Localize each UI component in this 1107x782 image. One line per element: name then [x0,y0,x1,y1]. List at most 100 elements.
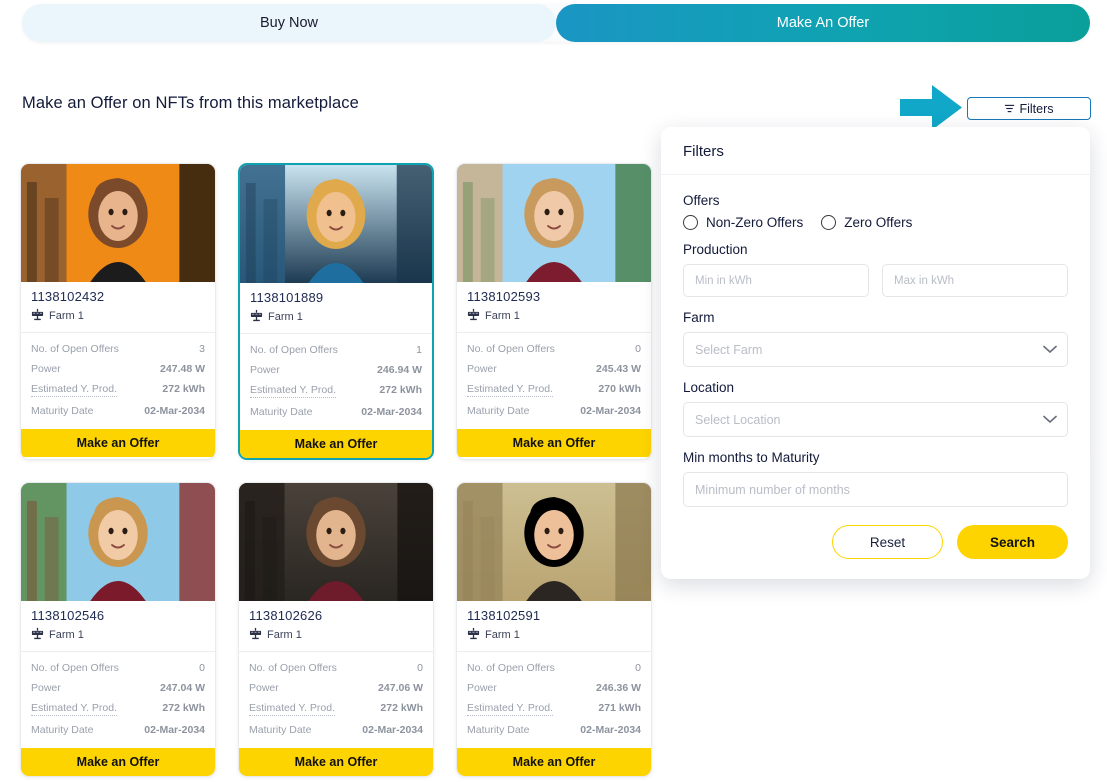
stat-power-value: 247.06 W [378,682,423,694]
nft-farm: Farm 1 [249,627,423,643]
stat-power: Power 246.94 W [250,360,422,380]
stat-estimated-prod: Estimated Y. Prod. 270 kWh [467,379,641,401]
production-min-input[interactable] [683,264,869,297]
marketplace-tabs: Buy Now Make An Offer [22,4,1090,42]
stat-maturity-date-label: Maturity Date [249,724,311,736]
make-an-offer-button[interactable]: Make an Offer [239,748,433,776]
stat-estimated-prod-label: Estimated Y. Prod. [250,384,336,398]
nft-card[interactable]: 1138102593 Farm 1 No. [456,163,652,460]
stat-maturity-date-value: 02-Mar-2034 [361,406,422,418]
stat-maturity-date-value: 02-Mar-2034 [362,724,423,736]
stat-power: Power 246.36 W [467,678,641,698]
stat-estimated-prod: Estimated Y. Prod. 272 kWh [31,379,205,401]
stat-maturity-date: Maturity Date 02-Mar-2034 [249,720,423,740]
make-an-offer-button[interactable]: Make an Offer [457,748,651,776]
search-button[interactable]: Search [957,525,1068,559]
nft-card[interactable]: 1138102546 Farm 1 No. [20,482,216,777]
make-an-offer-button[interactable]: Make an Offer [240,430,432,458]
radio-zero-offers-dot[interactable] [821,215,836,230]
nft-artwork [21,164,215,282]
nft-card[interactable]: 1138102626 Farm 1 No. [238,482,434,777]
radio-non-zero-offers-dot[interactable] [683,215,698,230]
stat-power-value: 247.48 W [160,363,205,375]
maturity-months-input[interactable] [683,472,1068,507]
nft-stats: No. of Open Offers 3 Power 247.48 W Esti… [21,333,215,425]
stat-maturity-date-value: 02-Mar-2034 [580,724,641,736]
stat-estimated-prod: Estimated Y. Prod. 272 kWh [31,698,205,720]
stat-open-offers-value: 3 [199,343,205,355]
nft-farm-label: Farm 1 [49,629,84,641]
nft-stats: No. of Open Offers 0 Power 246.36 W Esti… [457,652,651,744]
tab-buy-now[interactable]: Buy Now [22,4,556,42]
offers-radio-group: Non-Zero Offers Zero Offers [683,215,1068,230]
stat-open-offers-label: No. of Open Offers [31,343,119,355]
production-label: Production [683,242,1068,257]
stat-power-label: Power [467,682,497,694]
tab-buy-now-label: Buy Now [260,15,318,31]
stat-power: Power 247.48 W [31,359,205,379]
stat-open-offers-value: 0 [635,343,641,355]
stat-power-value: 247.04 W [160,682,205,694]
stat-maturity-date-label: Maturity Date [31,724,93,736]
nft-id: 1138101889 [250,290,422,305]
nft-artwork [457,164,651,282]
tab-make-an-offer-label: Make An Offer [777,15,869,31]
offers-label: Offers [683,193,1068,208]
nft-artwork [239,483,433,601]
stat-estimated-prod-label: Estimated Y. Prod. [249,702,335,716]
stat-open-offers-value: 0 [635,662,641,674]
reset-button[interactable]: Reset [832,525,943,559]
nft-id: 1138102546 [31,608,205,623]
farm-select[interactable]: Select Farm [683,332,1068,367]
stat-power-value: 246.36 W [596,682,641,694]
stat-maturity-date-value: 02-Mar-2034 [144,405,205,417]
stat-open-offers: No. of Open Offers 0 [467,339,641,359]
stat-maturity-date: Maturity Date 02-Mar-2034 [467,401,641,421]
make-an-offer-button[interactable]: Make an Offer [21,429,215,457]
stat-estimated-prod-label: Estimated Y. Prod. [467,702,553,716]
nft-stats: No. of Open Offers 1 Power 246.94 W Esti… [240,334,432,426]
stat-open-offers-value: 0 [417,662,423,674]
page-title: Make an Offer on NFTs from this marketpl… [22,94,359,113]
stat-open-offers: No. of Open Offers 0 [467,658,641,678]
production-max-input[interactable] [882,264,1068,297]
radio-non-zero-offers[interactable]: Non-Zero Offers [683,215,803,230]
stat-open-offers-label: No. of Open Offers [467,343,555,355]
stat-power-value: 245.43 W [596,363,641,375]
nft-farm: Farm 1 [31,627,205,643]
location-select[interactable]: Select Location [683,402,1068,437]
stat-estimated-prod-value: 271 kWh [598,702,641,714]
tab-make-an-offer[interactable]: Make An Offer [556,4,1090,42]
stat-estimated-prod-label: Estimated Y. Prod. [467,383,553,397]
radio-zero-offers[interactable]: Zero Offers [821,215,912,230]
right-arrow-pointer-icon [900,85,962,130]
solar-panel-icon [467,627,480,643]
stat-estimated-prod-label: Estimated Y. Prod. [31,702,117,716]
solar-panel-icon [467,308,480,324]
filters-panel: Filters Offers Non-Zero Offers Zero Offe… [661,127,1090,579]
stat-power-label: Power [249,682,279,694]
radio-zero-offers-label: Zero Offers [844,215,912,230]
stat-power-label: Power [250,364,280,376]
nft-card[interactable]: 1138102591 Farm 1 No. [456,482,652,777]
location-label: Location [683,380,1068,395]
stat-maturity-date-label: Maturity Date [250,406,312,418]
stat-power-label: Power [31,363,61,375]
nft-id: 1138102626 [249,608,423,623]
nft-farm: Farm 1 [467,627,641,643]
nft-card[interactable]: 1138102432 Farm 1 No. [20,163,216,460]
filters-button[interactable]: Filters [967,97,1091,120]
stat-open-offers: No. of Open Offers 0 [249,658,423,678]
nft-card[interactable]: 1138101889 Farm 1 No. [238,163,434,460]
solar-panel-icon [250,309,263,325]
nft-farm: Farm 1 [31,308,205,324]
nft-farm-label: Farm 1 [267,629,302,641]
stat-estimated-prod: Estimated Y. Prod. 272 kWh [249,698,423,720]
make-an-offer-button[interactable]: Make an Offer [21,748,215,776]
make-an-offer-button[interactable]: Make an Offer [457,429,651,457]
radio-non-zero-offers-label: Non-Zero Offers [706,215,803,230]
stat-open-offers: No. of Open Offers 1 [250,340,422,360]
maturity-label: Min months to Maturity [683,450,1068,465]
farm-label: Farm [683,310,1068,325]
stat-estimated-prod-value: 270 kWh [598,383,641,395]
